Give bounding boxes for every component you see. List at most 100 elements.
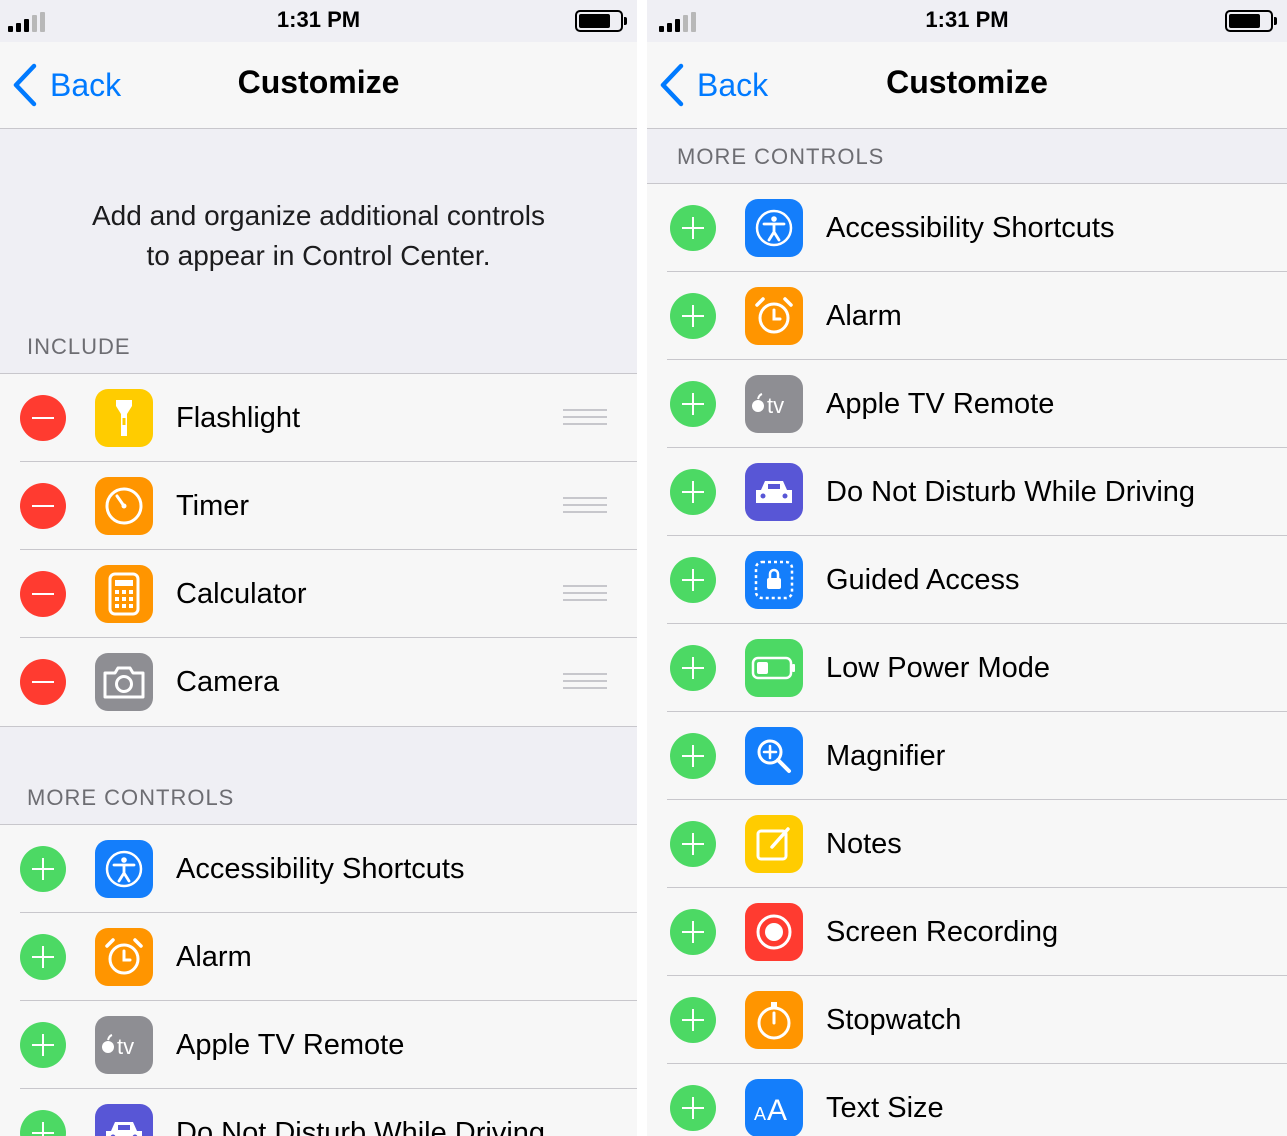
item-label: Camera — [176, 666, 280, 698]
list-item-screen-recording: Screen Recording — [647, 888, 1287, 976]
include-header: INCLUDE — [27, 334, 131, 359]
camera-icon — [95, 653, 153, 711]
add-button[interactable] — [670, 205, 716, 251]
apple-tv-icon: tv — [745, 375, 803, 433]
list-item-guided-access: Guided Access — [647, 536, 1287, 624]
guided-access-icon — [745, 551, 803, 609]
item-label: Alarm — [176, 941, 252, 973]
item-label: Screen Recording — [826, 916, 1059, 948]
add-button[interactable] — [20, 1022, 66, 1068]
item-label: Apple TV Remote — [176, 1029, 405, 1061]
include-list: Flashlight Timer Calculator Camera — [0, 373, 637, 727]
list-item-apple-tv-remote: tv Apple TV Remote — [647, 360, 1287, 448]
car-icon — [745, 463, 803, 521]
text-size-icon: AA — [745, 1079, 803, 1136]
list-item-low-power-mode: Low Power Mode — [647, 624, 1287, 712]
svg-text:tv: tv — [117, 1034, 134, 1059]
add-button[interactable] — [670, 821, 716, 867]
item-label: Timer — [176, 490, 250, 522]
page-title: Customize — [237, 64, 400, 100]
svg-text:A: A — [767, 1094, 787, 1126]
list-item-flashlight: Flashlight — [0, 374, 637, 462]
reorder-handle-icon[interactable] — [563, 409, 607, 427]
item-label: Apple TV Remote — [826, 388, 1055, 420]
reorder-handle-icon[interactable] — [563, 673, 607, 691]
list-item-apple-tv-remote: tv Apple TV Remote — [0, 1001, 637, 1089]
item-label: Notes — [826, 828, 902, 860]
timer-icon — [95, 477, 153, 535]
add-button[interactable] — [670, 645, 716, 691]
remove-button[interactable] — [20, 659, 66, 705]
list-item-alarm: Alarm — [0, 913, 637, 1001]
navigation-bar: Back Customize — [0, 42, 637, 129]
add-button[interactable] — [20, 846, 66, 892]
flashlight-icon — [95, 389, 153, 447]
alarm-icon — [745, 287, 803, 345]
list-item-alarm: Alarm — [647, 272, 1287, 360]
more-controls-header: MORE CONTROLS — [677, 144, 885, 169]
remove-button[interactable] — [20, 571, 66, 617]
magnifier-icon — [745, 727, 803, 785]
intro-line-2: to appear in Control Center. — [146, 240, 491, 271]
intro-text: Add and organize additional controls to … — [0, 196, 637, 276]
battery-icon — [575, 10, 627, 32]
svg-text:A: A — [754, 1104, 766, 1124]
item-label: Flashlight — [176, 402, 301, 434]
add-button[interactable] — [670, 293, 716, 339]
item-label: Accessibility Shortcuts — [826, 212, 1115, 244]
list-item-camera: Camera — [0, 638, 637, 726]
status-time: 1:31 PM — [276, 7, 361, 32]
accessibility-icon — [95, 840, 153, 898]
list-item-magnifier: Magnifier — [647, 712, 1287, 800]
list-item-do-not-disturb-driving: Do Not Disturb While Driving — [647, 448, 1287, 536]
add-button[interactable] — [670, 733, 716, 779]
low-power-icon — [745, 639, 803, 697]
add-button[interactable] — [20, 1110, 66, 1136]
list-item-calculator: Calculator — [0, 550, 637, 638]
notes-icon — [745, 815, 803, 873]
status-bar: 1:31 PM — [0, 0, 637, 42]
battery-icon — [1225, 10, 1277, 32]
more-controls-list: Accessibility Shortcuts Alarm tv Apple T… — [0, 824, 637, 1136]
item-label: Do Not Disturb While Driving — [826, 476, 1196, 508]
reorder-handle-icon[interactable] — [563, 585, 607, 603]
list-item-timer: Timer — [0, 462, 637, 550]
add-button[interactable] — [670, 909, 716, 955]
item-label: Magnifier — [826, 740, 946, 772]
accessibility-icon — [745, 199, 803, 257]
add-button[interactable] — [670, 557, 716, 603]
more-controls-list: Accessibility Shortcuts Alarm tv Apple T… — [647, 183, 1287, 1136]
alarm-icon — [95, 928, 153, 986]
add-button[interactable] — [670, 381, 716, 427]
add-button[interactable] — [670, 1085, 716, 1131]
intro-line-1: Add and organize additional controls — [92, 200, 545, 231]
reorder-handle-icon[interactable] — [563, 497, 607, 515]
list-item-notes: Notes — [647, 800, 1287, 888]
remove-button[interactable] — [20, 483, 66, 529]
add-button[interactable] — [670, 469, 716, 515]
page-title: Customize — [886, 64, 1048, 100]
add-button[interactable] — [20, 934, 66, 980]
navigation-bar: Back Customize — [647, 42, 1287, 129]
add-button[interactable] — [670, 997, 716, 1043]
item-label: Text Size — [826, 1092, 944, 1124]
status-time: 1:31 PM — [925, 7, 1009, 32]
list-item-stopwatch: Stopwatch — [647, 976, 1287, 1064]
status-bar: 1:31 PM — [647, 0, 1287, 42]
item-label: Alarm — [826, 300, 902, 332]
screen-recording-icon — [745, 903, 803, 961]
left-screen: 1:31 PM Back Customize Add and organize … — [0, 0, 637, 1136]
right-screen: 1:31 PM Back Customize MORE CONTROLS Acc… — [647, 0, 1287, 1136]
car-icon — [95, 1104, 153, 1136]
item-label: Stopwatch — [826, 1004, 962, 1036]
list-item-text-size: AA Text Size — [647, 1064, 1287, 1136]
remove-button[interactable] — [20, 395, 66, 441]
apple-tv-icon: tv — [95, 1016, 153, 1074]
list-item-do-not-disturb-driving: Do Not Disturb While Driving — [0, 1089, 637, 1136]
item-label: Accessibility Shortcuts — [176, 853, 465, 885]
item-label: Low Power Mode — [826, 652, 1051, 684]
calculator-icon — [95, 565, 153, 623]
stopwatch-icon — [745, 991, 803, 1049]
item-label: Do Not Disturb While Driving — [176, 1117, 546, 1136]
item-label: Guided Access — [826, 564, 1020, 596]
